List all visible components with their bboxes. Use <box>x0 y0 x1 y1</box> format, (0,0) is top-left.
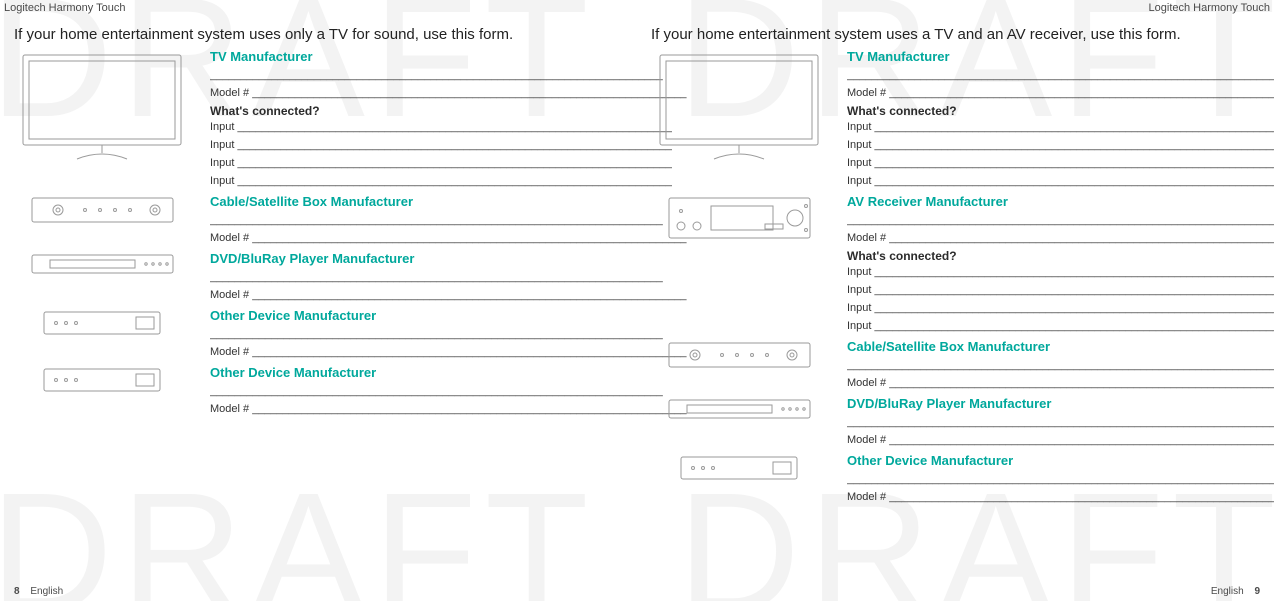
section-cablebox: Cable/Satellite Box Manufacturer Model # <box>14 194 623 247</box>
blank-line[interactable] <box>210 268 687 286</box>
model-field[interactable]: Model # <box>847 84 1274 102</box>
section-other: Other Device Manufacturer Model # <box>14 308 623 361</box>
tv-heading: TV Manufacturer <box>847 49 1274 64</box>
page-header-right: Logitech Harmony Touch <box>1145 0 1274 16</box>
blank-line[interactable] <box>210 325 687 343</box>
input-field[interactable]: Input <box>847 281 1274 299</box>
section-other-content: Other Device Manufacturer Model # <box>190 308 687 361</box>
tv-icon <box>14 49 190 161</box>
blank-line[interactable] <box>847 211 1274 229</box>
section-dvd: DVD/BluRay Player Manufacturer Model # <box>651 396 1260 449</box>
tv-icon <box>651 49 827 161</box>
other-icon <box>651 453 827 481</box>
blank-line[interactable] <box>847 66 1274 84</box>
blank-line[interactable] <box>847 470 1274 488</box>
model-field[interactable]: Model # <box>210 229 687 247</box>
input-field[interactable]: Input <box>210 172 687 190</box>
whats-connected-heading: What's connected? <box>847 104 1274 118</box>
section-dvd-content: DVD/BluRay Player Manufacturer Model # <box>190 251 687 304</box>
section-tv-content: TV Manufacturer Model # What's connected… <box>827 49 1274 190</box>
other-heading: Other Device Manufacturer <box>210 308 687 323</box>
input-field[interactable]: Input <box>847 263 1274 281</box>
input-field[interactable]: Input <box>210 136 687 154</box>
page-number-right: 9 <box>1254 586 1260 597</box>
input-field[interactable]: Input <box>847 317 1274 335</box>
section-cablebox-content: Cable/Satellite Box Manufacturer Model # <box>827 339 1274 392</box>
section-other-content: Other Device Manufacturer Model # <box>190 365 687 418</box>
page-footer-lang: English <box>30 586 63 597</box>
page-footer-lang: English <box>1211 586 1244 597</box>
blank-line[interactable] <box>210 382 687 400</box>
other-heading: Other Device Manufacturer <box>210 365 687 380</box>
model-field[interactable]: Model # <box>847 488 1274 506</box>
input-field[interactable]: Input <box>847 172 1274 190</box>
cablebox-heading: Cable/Satellite Box Manufacturer <box>210 194 687 209</box>
section-dvd: DVD/BluRay Player Manufacturer Model # <box>14 251 623 304</box>
page-right-intro: If your home entertainment system uses a… <box>651 26 1260 43</box>
input-field[interactable]: Input <box>847 118 1274 136</box>
page-footer-left: 8 English <box>6 586 63 597</box>
section-cablebox-content: Cable/Satellite Box Manufacturer Model # <box>190 194 687 247</box>
model-field[interactable]: Model # <box>210 84 687 102</box>
section-tv: TV Manufacturer Model # What's connected… <box>14 49 623 190</box>
whats-connected-heading: What's connected? <box>847 249 1274 263</box>
section-tv-content: TV Manufacturer Model # What's connected… <box>190 49 687 190</box>
tv-heading: TV Manufacturer <box>210 49 687 64</box>
page-header-left: Logitech Harmony Touch <box>0 0 129 16</box>
other-heading: Other Device Manufacturer <box>847 453 1274 468</box>
cablebox-icon <box>651 339 827 369</box>
blank-line[interactable] <box>210 211 687 229</box>
model-field[interactable]: Model # <box>210 400 687 418</box>
page-right: If your home entertainment system uses a… <box>637 18 1274 588</box>
input-field[interactable]: Input <box>210 118 687 136</box>
cablebox-heading: Cable/Satellite Box Manufacturer <box>847 339 1274 354</box>
input-field[interactable]: Input <box>847 154 1274 172</box>
dvd-icon <box>651 396 827 420</box>
dvd-icon <box>14 251 190 275</box>
model-field[interactable]: Model # <box>847 431 1274 449</box>
page-left-intro: If your home entertainment system uses o… <box>14 26 623 43</box>
blank-line[interactable] <box>847 413 1274 431</box>
page-footer-right: English 9 <box>1211 586 1268 597</box>
section-other-content: Other Device Manufacturer Model # <box>827 453 1274 506</box>
input-field[interactable]: Input <box>210 154 687 172</box>
model-field[interactable]: Model # <box>210 343 687 361</box>
whats-connected-heading: What's connected? <box>210 104 687 118</box>
section-tv: TV Manufacturer Model # What's connected… <box>651 49 1260 190</box>
input-field[interactable]: Input <box>847 299 1274 317</box>
cablebox-icon <box>14 194 190 224</box>
dvd-heading: DVD/BluRay Player Manufacturer <box>210 251 687 266</box>
page-number-left: 8 <box>14 586 20 597</box>
blank-line[interactable] <box>210 66 687 84</box>
model-field[interactable]: Model # <box>210 286 687 304</box>
section-cablebox: Cable/Satellite Box Manufacturer Model # <box>651 339 1260 392</box>
page-spread: If your home entertainment system uses o… <box>0 18 1274 588</box>
section-other: Other Device Manufacturer Model # <box>651 453 1260 506</box>
section-other: Other Device Manufacturer Model # <box>14 365 623 418</box>
section-dvd-content: DVD/BluRay Player Manufacturer Model # <box>827 396 1274 449</box>
model-field[interactable]: Model # <box>847 229 1274 247</box>
avreceiver-heading: AV Receiver Manufacturer <box>847 194 1274 209</box>
section-avreceiver: AV Receiver Manufacturer Model # What's … <box>651 194 1260 335</box>
input-field[interactable]: Input <box>847 136 1274 154</box>
blank-line[interactable] <box>847 356 1274 374</box>
dvd-heading: DVD/BluRay Player Manufacturer <box>847 396 1274 411</box>
avreceiver-icon <box>651 194 827 240</box>
model-field[interactable]: Model # <box>847 374 1274 392</box>
other-icon <box>14 308 190 336</box>
section-avreceiver-content: AV Receiver Manufacturer Model # What's … <box>827 194 1274 335</box>
page-left: If your home entertainment system uses o… <box>0 18 637 588</box>
other-icon <box>14 365 190 393</box>
